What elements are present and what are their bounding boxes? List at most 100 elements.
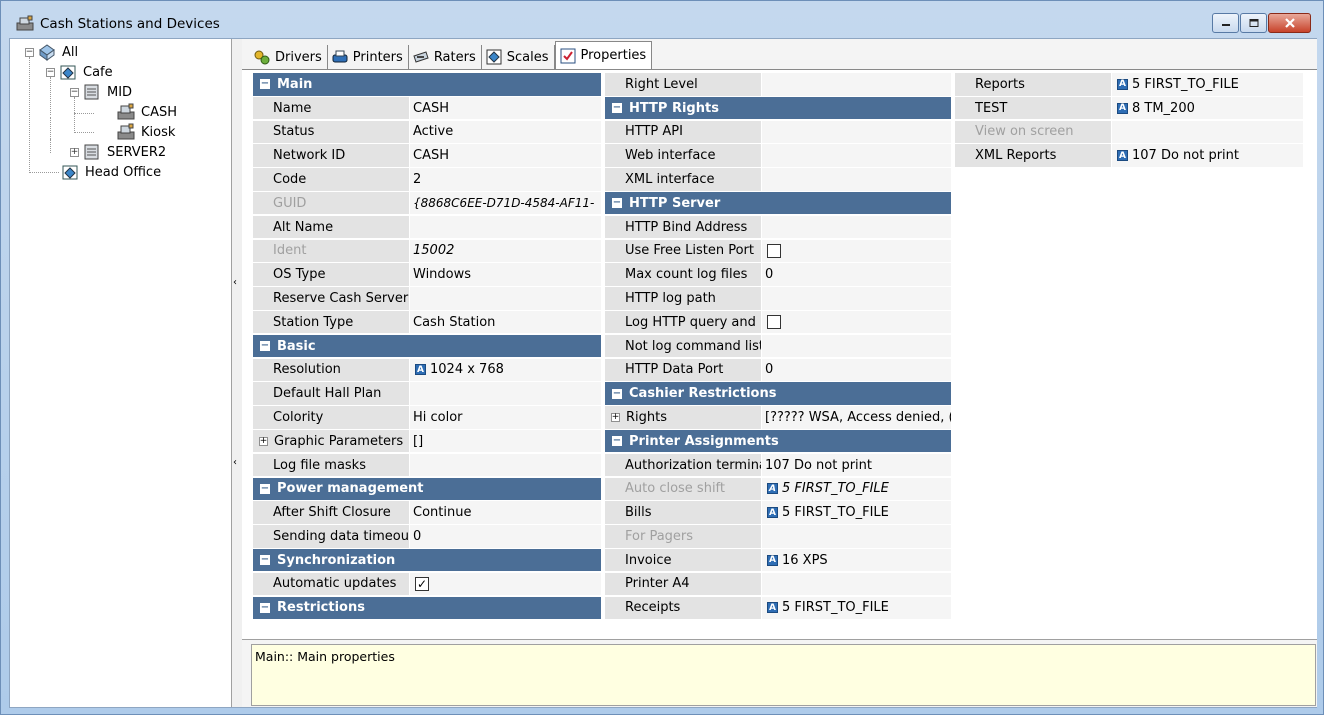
property-value[interactable]: []	[410, 429, 601, 453]
property-row[interactable]: OS Type Windows	[253, 263, 601, 287]
property-row[interactable]: + Graphic Parameters []	[253, 429, 601, 454]
minimize-button[interactable]	[1212, 13, 1239, 33]
tree-expand-toggle[interactable]: +	[70, 147, 79, 157]
collapse-icon[interactable]: −	[612, 436, 622, 447]
property-row[interactable]: Not log command list	[605, 334, 951, 359]
property-row[interactable]: TEST A 8 TM_200	[955, 96, 1303, 121]
tree-node-kiosk[interactable]: Kiosk	[116, 122, 177, 142]
property-value[interactable]: 107 Do not print	[762, 453, 951, 477]
property-row[interactable]: GUID {8868C6EE-D71D-4584-AF11-	[253, 191, 601, 216]
panel-splitter[interactable]: ‹ ‹	[232, 39, 242, 707]
property-row[interactable]: HTTP log path	[605, 287, 951, 311]
property-row[interactable]: Ident 15002	[253, 239, 601, 264]
property-value[interactable]: Windows	[410, 263, 601, 286]
tree-node-head-office[interactable]: Head Office	[60, 162, 163, 182]
tree-node-mid[interactable]: − MID	[70, 82, 134, 102]
collapse-icon[interactable]: −	[612, 388, 622, 399]
tab-raters[interactable]: Raters	[408, 45, 482, 69]
property-row[interactable]: For Pagers	[605, 525, 951, 549]
collapse-icon[interactable]: −	[260, 483, 270, 494]
property-row[interactable]: Sending data timeout 0	[253, 525, 601, 549]
property-row[interactable]: Receipts A 5 FIRST_TO_FILE	[605, 596, 951, 621]
property-value[interactable]: Hi color	[410, 406, 601, 429]
expand-icon[interactable]: +	[611, 412, 620, 422]
tab-drivers[interactable]: Drivers	[250, 45, 328, 69]
property-row[interactable]: Authorization terminal 107 Do not print	[605, 453, 951, 478]
property-value[interactable]: Continue	[410, 501, 601, 524]
property-row[interactable]: XML Reports A 107 Do not print	[955, 144, 1303, 168]
property-row[interactable]: Default Hall Plan	[253, 382, 601, 406]
property-row[interactable]: Max count log files 0	[605, 263, 951, 287]
property-value[interactable]	[410, 382, 601, 405]
collapse-icon[interactable]: −	[260, 341, 270, 352]
category-cashier-restrictions[interactable]: − Cashier Restrictions	[605, 382, 951, 405]
collapse-arrow-icon[interactable]: ‹	[233, 457, 237, 468]
property-row[interactable]: XML interface	[605, 168, 951, 192]
property-row[interactable]: Web interface	[605, 144, 951, 168]
property-value[interactable]: A 5 FIRST_TO_FILE	[1112, 73, 1303, 96]
collapse-icon[interactable]: −	[260, 602, 270, 613]
property-value[interactable]: A 107 Do not print	[1112, 144, 1303, 167]
property-value[interactable]: A 5 FIRST_TO_FILE	[762, 596, 951, 620]
property-value[interactable]	[762, 334, 951, 358]
category-synchronization[interactable]: − Synchronization	[253, 548, 601, 572]
property-value[interactable]: Cash Station	[410, 310, 601, 334]
property-row[interactable]: Log file masks	[253, 453, 601, 478]
use-free-listen-port-checkbox[interactable]	[767, 243, 781, 258]
property-row[interactable]: HTTP API	[605, 120, 951, 145]
property-value[interactable]: A 1024 x 768	[410, 358, 601, 382]
property-value[interactable]: CASH	[410, 144, 601, 167]
property-value[interactable]: A 16 XPS	[762, 548, 951, 572]
property-value[interactable]	[762, 572, 951, 596]
property-row[interactable]: Reserve Cash Server	[253, 287, 601, 311]
property-row[interactable]: Status Active	[253, 120, 601, 145]
property-value[interactable]: 0	[762, 263, 951, 286]
title-bar[interactable]: Cash Stations and Devices	[1, 1, 1323, 37]
tree-node-all[interactable]: − All	[25, 42, 80, 62]
station-tree[interactable]: − All − Cafe − MID CASH Kiosk + SERVER2 …	[10, 39, 232, 707]
property-value[interactable]	[762, 287, 951, 310]
property-value[interactable]	[762, 168, 951, 191]
collapse-icon[interactable]: −	[612, 103, 622, 114]
tree-node-cash[interactable]: CASH	[116, 102, 179, 122]
property-row[interactable]: After Shift Closure Continue	[253, 501, 601, 525]
collapse-arrow-icon[interactable]: ‹	[233, 277, 237, 288]
property-row[interactable]: Automatic updates ✓	[253, 572, 601, 597]
property-value[interactable]	[762, 73, 951, 96]
property-row[interactable]: Resolution A 1024 x 768	[253, 358, 601, 383]
expand-icon[interactable]: +	[259, 436, 268, 446]
property-row[interactable]: Colority Hi color	[253, 406, 601, 430]
property-value[interactable]: 0	[410, 525, 601, 548]
automatic-updates-checkbox[interactable]: ✓	[415, 576, 429, 591]
property-row[interactable]: HTTP Bind Address	[605, 215, 951, 240]
tree-node-cafe[interactable]: − Cafe	[46, 62, 115, 82]
property-row[interactable]: View on screen	[955, 120, 1303, 145]
close-button[interactable]	[1268, 13, 1311, 33]
property-row[interactable]: HTTP Data Port 0	[605, 358, 951, 383]
collapse-icon[interactable]: −	[612, 198, 622, 209]
maximize-button[interactable]	[1240, 13, 1267, 33]
tab-printers[interactable]: Printers	[327, 45, 409, 69]
property-row[interactable]: Auto close shift A 5 FIRST_TO_FILE	[605, 477, 951, 502]
property-value[interactable]	[762, 120, 951, 144]
tab-scales[interactable]: Scales	[481, 45, 555, 69]
property-row[interactable]: + Rights [????? WSA, Access denied, (	[605, 406, 951, 430]
property-value[interactable]: 2	[410, 168, 601, 191]
tab-properties[interactable]: Properties	[554, 41, 653, 69]
category-main[interactable]: − Main	[253, 73, 601, 96]
property-value[interactable]	[410, 215, 601, 239]
category-http-server[interactable]: − HTTP Server	[605, 191, 951, 215]
tree-node-server2[interactable]: + SERVER2	[70, 142, 168, 162]
property-value[interactable]: [????? WSA, Access denied, (	[762, 406, 951, 429]
property-row[interactable]: Code 2	[253, 168, 601, 192]
property-value[interactable]	[762, 215, 951, 239]
property-row[interactable]: Right Level	[605, 73, 951, 97]
property-row[interactable]: Name CASH	[253, 96, 601, 121]
property-row[interactable]: Network ID CASH	[253, 144, 601, 168]
collapse-icon[interactable]: −	[260, 79, 270, 90]
log-http-query-checkbox[interactable]	[767, 315, 781, 330]
property-value[interactable]: 0	[762, 358, 951, 382]
tree-collapse-toggle[interactable]: −	[25, 47, 34, 57]
property-value[interactable]: Active	[410, 120, 601, 144]
property-row[interactable]: Log HTTP query and r	[605, 310, 951, 335]
